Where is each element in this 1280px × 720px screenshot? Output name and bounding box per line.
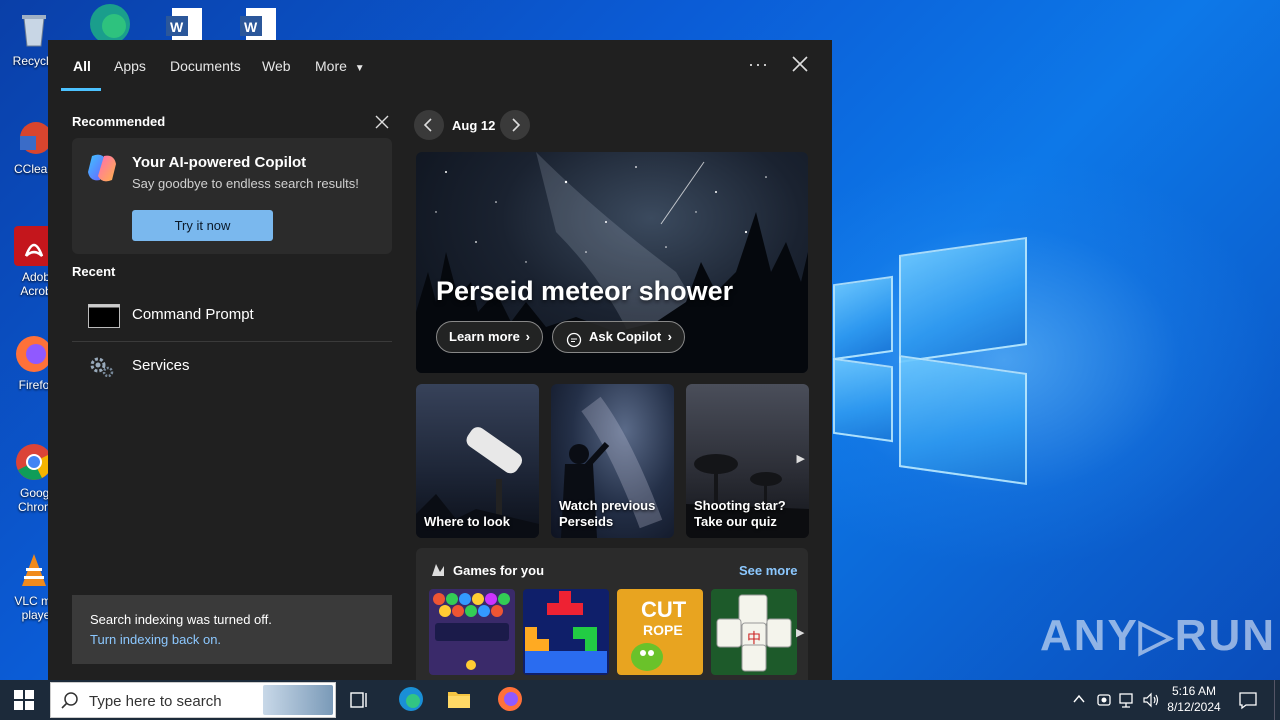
show-desktop-button[interactable]: [1274, 680, 1280, 720]
show-hidden-icons[interactable]: [1072, 692, 1086, 711]
previous-date-button[interactable]: [414, 110, 444, 140]
turn-indexing-on-link[interactable]: Turn indexing back on.: [90, 632, 221, 647]
recent-item-services[interactable]: Services: [72, 343, 392, 391]
carousel-next-icon[interactable]: ▶: [797, 452, 805, 465]
task-view-icon[interactable]: [350, 690, 370, 715]
divider: [72, 341, 392, 342]
game-cut-the-rope[interactable]: CUT ROPE: [617, 589, 703, 675]
tab-apps[interactable]: Apps: [114, 58, 146, 74]
games-card: Games for you See more CUT ROPE 中 ▶: [416, 548, 808, 680]
clock-date: 8/12/2024: [1167, 700, 1221, 714]
recent-item-label: Services: [132, 357, 190, 374]
edge-desktop-icon[interactable]: [88, 0, 132, 44]
recommended-heading: Recommended: [72, 114, 166, 129]
blocks-game-image: [525, 591, 607, 673]
date-label: Aug 12: [452, 118, 496, 133]
games-icon: [430, 562, 446, 583]
tile-label: Shooting star? Take our quiz: [694, 498, 786, 529]
chevron-right-icon: ›: [525, 329, 530, 344]
search-highlight-image: [263, 685, 333, 715]
games-heading: Games for you: [453, 563, 545, 578]
tab-more-label: More: [315, 58, 347, 74]
mahjong-image: 中: [716, 594, 792, 672]
start-button[interactable]: [14, 690, 34, 715]
game-blocks[interactable]: [523, 589, 609, 675]
games-next-icon[interactable]: ▶: [796, 626, 804, 639]
ask-copilot-button[interactable]: Ask Copilot ›: [552, 321, 685, 353]
network-icon[interactable]: [1118, 691, 1136, 714]
tile-where-to-look[interactable]: Where to look: [416, 384, 539, 538]
chat-bubble-icon: [566, 329, 582, 359]
hero-title: Perseid meteor shower: [436, 276, 734, 306]
svg-text:W: W: [170, 19, 184, 35]
tab-documents[interactable]: Documents: [170, 58, 241, 74]
game-bubble-shooter[interactable]: [429, 589, 515, 675]
tile-watch-previous-perseids[interactable]: Watch previous Perseids: [551, 384, 674, 538]
logo-pane: [833, 275, 893, 361]
taskbar-search-box[interactable]: Type here to search: [50, 682, 336, 718]
search-tabs: All Apps Documents Web More ▼ ···: [48, 40, 832, 92]
taskbar: Type here to search 5:16 AM 8/12/2024: [0, 680, 1280, 720]
game-mahjong[interactable]: 中: [711, 589, 797, 675]
more-options-icon[interactable]: ···: [748, 54, 769, 75]
anyrun-watermark: ANY▷RUN: [1040, 611, 1277, 660]
copilot-subtitle: Say goodbye to endless search results!: [132, 176, 359, 191]
tile-label: Where to look: [424, 514, 510, 529]
hero-card[interactable]: Perseid meteor shower Learn more › Ask C…: [416, 152, 808, 373]
cut-the-rope-image: CUT ROPE: [631, 597, 687, 671]
windows-logo: [833, 237, 1029, 485]
chevron-right-icon: ›: [667, 329, 672, 344]
firefox-taskbar-icon[interactable]: [497, 686, 523, 717]
bubble-shooter-image: [433, 593, 510, 670]
close-recommended-icon[interactable]: [374, 114, 390, 130]
svg-text:W: W: [244, 19, 258, 35]
ask-copilot-label: Ask Copilot: [589, 329, 662, 344]
indexing-text: Search indexing was turned off.: [90, 612, 272, 627]
recent-item-label: Command Prompt: [132, 306, 254, 323]
volume-icon[interactable]: [1142, 691, 1160, 714]
word-document-icon[interactable]: W: [164, 0, 208, 40]
tab-web[interactable]: Web: [262, 58, 291, 74]
copilot-card: Your AI-powered Copilot Say goodbye to e…: [72, 138, 392, 254]
try-it-now-button[interactable]: Try it now: [132, 210, 273, 241]
search-panel: All Apps Documents Web More ▼ ··· Recomm…: [48, 40, 832, 680]
services-gear-icon: [88, 355, 120, 379]
word-document-icon[interactable]: W: [238, 0, 282, 40]
meet-now-icon[interactable]: [1096, 691, 1112, 714]
copilot-logo-icon: [84, 150, 120, 186]
learn-more-label: Learn more: [449, 329, 520, 344]
file-explorer-icon[interactable]: [447, 688, 471, 715]
svg-text:中: 中: [747, 631, 761, 647]
close-icon[interactable]: [788, 52, 812, 76]
svg-text:ROPE: ROPE: [643, 622, 683, 638]
search-icon: [61, 692, 79, 715]
edge-taskbar-icon[interactable]: [398, 686, 424, 717]
tab-more[interactable]: More ▼: [315, 58, 365, 74]
windows-start-icon: [14, 690, 34, 710]
search-input[interactable]: Type here to search: [89, 693, 222, 710]
learn-more-button[interactable]: Learn more ›: [436, 321, 543, 353]
tile-label: Watch previous Perseids: [559, 498, 656, 529]
logo-pane: [833, 357, 893, 443]
svg-text:CUT: CUT: [641, 597, 687, 622]
clock-time: 5:16 AM: [1171, 684, 1217, 698]
indexing-notice: Search indexing was turned off. Turn ind…: [72, 595, 392, 664]
logo-pane: [899, 237, 1027, 363]
copilot-title: Your AI-powered Copilot: [132, 154, 307, 171]
recent-item-command-prompt[interactable]: Command Prompt: [72, 292, 392, 340]
tab-all[interactable]: All: [73, 58, 91, 74]
system-clock[interactable]: 5:16 AM 8/12/2024: [1164, 683, 1224, 715]
logo-pane: [899, 355, 1027, 485]
recent-heading: Recent: [72, 264, 116, 279]
notifications-icon[interactable]: [1238, 690, 1258, 715]
command-prompt-icon: [88, 304, 120, 328]
active-tab-indicator: [61, 88, 101, 91]
see-more-link[interactable]: See more: [739, 563, 798, 578]
caret-down-icon: ▼: [354, 63, 365, 74]
next-date-button[interactable]: [500, 110, 530, 140]
tile-shooting-star-quiz[interactable]: Shooting star? Take our quiz ▶: [686, 384, 809, 538]
